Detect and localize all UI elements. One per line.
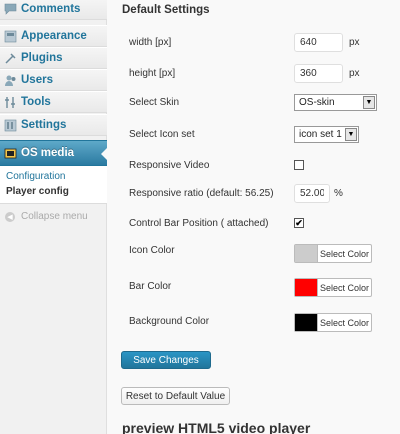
bar-color-label: Bar Color [129, 281, 172, 292]
responsive-video-checkbox[interactable] [294, 160, 304, 170]
width-input[interactable] [294, 33, 343, 52]
background-color-swatch [295, 314, 318, 331]
plugins-icon [3, 51, 17, 65]
icon-color-picker[interactable]: Select Color [294, 244, 372, 263]
background-color-label: Background Color [129, 316, 210, 327]
appearance-icon [3, 29, 17, 43]
icon-set-label: Select Icon set [129, 129, 195, 140]
select-color-label: Select Color [319, 317, 370, 328]
sidebar-item-label: Tools [21, 96, 51, 108]
collapse-arrow-icon: ◀ [5, 211, 15, 222]
os-media-icon [3, 146, 17, 160]
sidebar-item-label: Settings [21, 119, 67, 131]
skin-label: Select Skin [129, 97, 180, 108]
save-changes-button[interactable]: Save Changes [121, 351, 211, 369]
dropdown-arrow-icon: ▼ [363, 96, 375, 109]
control-bar-label: Control Bar Position ( attached) [129, 218, 269, 229]
collapse-menu-label: Collapse menu [21, 211, 88, 222]
sidebar-item-settings[interactable]: Settings [0, 114, 107, 136]
responsive-video-label: Responsive Video [129, 160, 210, 171]
sidebar-item-tools[interactable]: Tools [0, 91, 107, 113]
height-label: height [px] [129, 68, 176, 79]
sidebar-item-appearance[interactable]: Appearance [0, 25, 107, 47]
checkmark-icon: ✔ [295, 218, 303, 228]
section-title: Default Settings [122, 4, 210, 16]
control-bar-checkbox[interactable]: ✔ [294, 218, 304, 228]
reset-default-button[interactable]: Reset to Default Value [121, 387, 230, 405]
sidebar-item-plugins[interactable]: Plugins [0, 47, 107, 69]
sidebar-item-users[interactable]: Users [0, 69, 107, 91]
sidebar-item-comments[interactable]: Comments [0, 0, 107, 20]
icon-set-select[interactable]: icon set 1 ▼ [294, 126, 359, 143]
icon-color-swatch [295, 245, 318, 262]
tools-icon [3, 95, 17, 109]
bar-color-swatch [295, 279, 318, 296]
background-color-picker[interactable]: Select Color [294, 313, 372, 332]
admin-sidebar: Comments Appearance Plugins Users Tools … [0, 0, 108, 434]
users-icon [3, 73, 17, 87]
preview-title: preview HTML5 video player [122, 420, 311, 434]
sidebar-item-label: Plugins [21, 52, 63, 64]
dropdown-arrow-icon: ▼ [345, 128, 357, 141]
skin-select-value: OS-skin [299, 97, 335, 108]
responsive-ratio-label: Responsive ratio (default: 56.25) [129, 188, 274, 199]
comments-icon [3, 2, 17, 16]
collapse-menu-button[interactable]: ◀ Collapse menu [5, 211, 88, 222]
submenu-item-player-config[interactable]: Player config [0, 184, 107, 199]
responsive-ratio-unit: % [334, 188, 343, 199]
sidebar-item-label: Users [21, 74, 53, 86]
height-input[interactable] [294, 64, 343, 83]
width-label: width [px] [129, 37, 172, 48]
icon-color-label: Icon Color [129, 245, 175, 256]
height-unit: px [349, 68, 360, 79]
os-media-submenu: Configuration Player config [0, 166, 107, 204]
sidebar-item-label: Comments [21, 3, 81, 15]
responsive-ratio-input[interactable] [294, 184, 330, 203]
main-content: Default Settings width [px] px height [p… [107, 0, 400, 434]
settings-icon [3, 118, 17, 132]
submenu-item-configuration[interactable]: Configuration [0, 169, 107, 184]
sidebar-item-os-media[interactable]: OS media [0, 140, 108, 166]
icon-set-select-value: icon set 1 [299, 129, 342, 140]
bar-color-picker[interactable]: Select Color [294, 278, 372, 297]
skin-select[interactable]: OS-skin ▼ [294, 94, 377, 111]
select-color-label: Select Color [319, 248, 370, 259]
width-unit: px [349, 37, 360, 48]
select-color-label: Select Color [319, 282, 370, 293]
sidebar-item-label: OS media [21, 147, 75, 159]
sidebar-item-label: Appearance [21, 30, 87, 42]
